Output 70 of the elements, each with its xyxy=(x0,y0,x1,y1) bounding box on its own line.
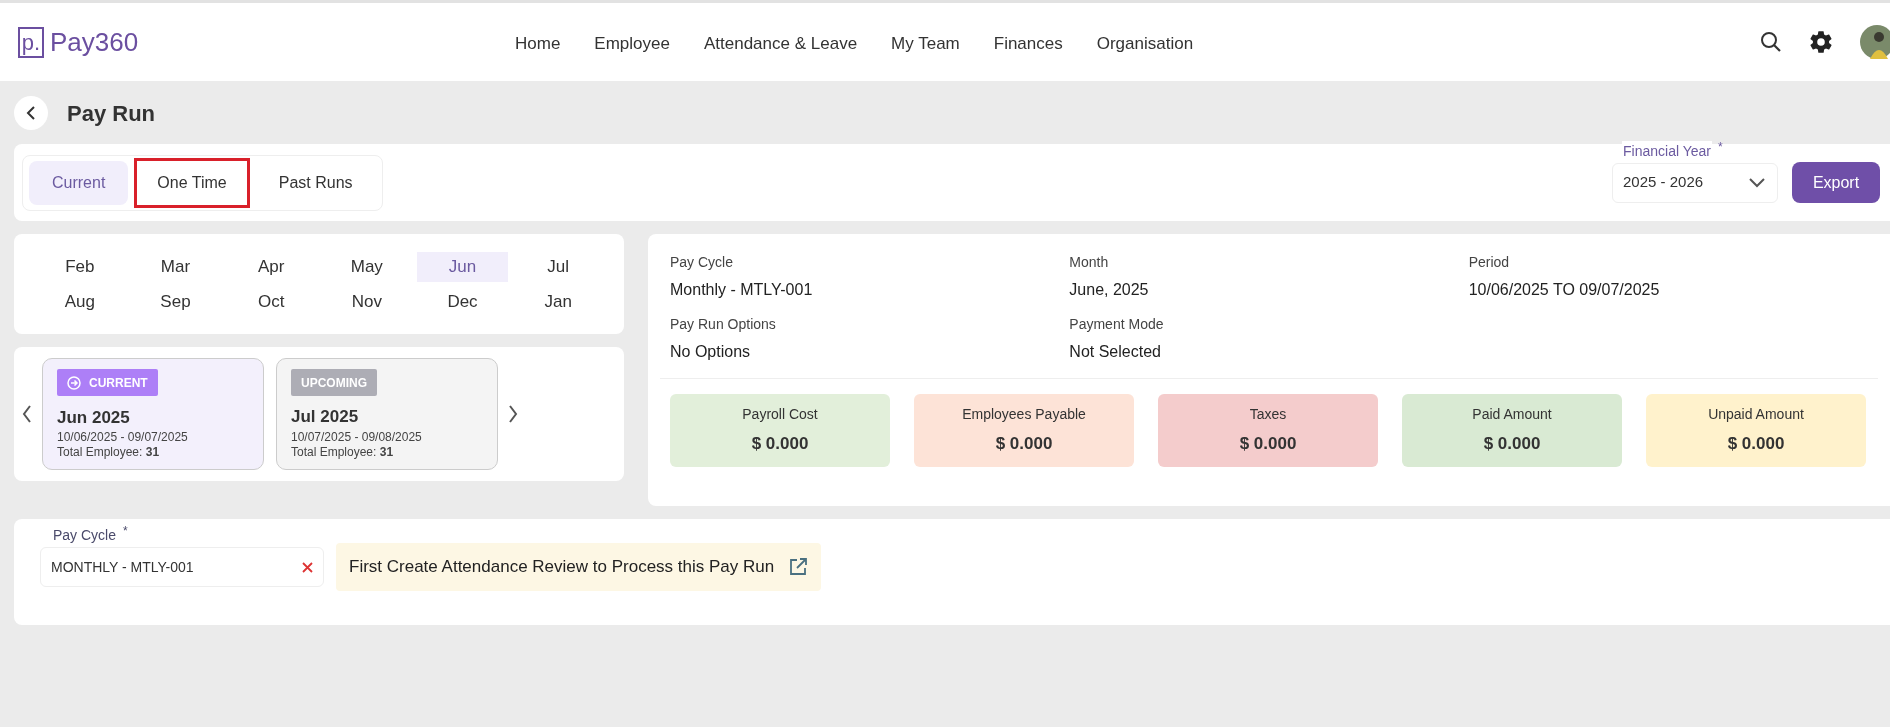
chevron-down-icon xyxy=(1749,177,1765,188)
tile-label: Payroll Cost xyxy=(742,405,818,425)
nav-link[interactable]: Home xyxy=(515,31,561,57)
nav-link[interactable]: Organisation xyxy=(1096,31,1194,57)
run-title: Jun 2025 xyxy=(57,406,131,429)
month-option[interactable]: Mar xyxy=(129,251,222,282)
month-option[interactable]: Feb xyxy=(34,251,126,282)
nav-link[interactable]: Employee xyxy=(594,31,670,57)
detail-value: Not Selected xyxy=(1069,342,1162,362)
run-period: 10/06/2025 - 09/07/2025 xyxy=(57,430,189,445)
tab[interactable]: One Time xyxy=(134,157,250,208)
detail-label: Period xyxy=(1468,253,1511,272)
detail-label: Pay Run Options xyxy=(670,315,777,334)
financial-year-select[interactable]: 2025 - 2026 xyxy=(1612,162,1778,203)
pay-run-card[interactable]: CURRENT Jun 2025 10/06/2025 - 09/07/2025 Total Employee: 31 xyxy=(42,358,264,470)
detail-label: Pay Cycle xyxy=(670,253,735,272)
nav-link[interactable]: Finances xyxy=(993,31,1063,57)
required-mark: * xyxy=(123,525,128,537)
detail-label: Payment Mode xyxy=(1069,315,1165,334)
logo-mark: p. xyxy=(18,26,44,58)
detail-value: Monthly - MTLY-001 xyxy=(670,280,814,300)
tile-value: $ 0.000 xyxy=(751,433,809,456)
employee-count: Total Employee: 31 xyxy=(57,445,161,460)
tile-label: Paid Amount xyxy=(1472,405,1552,425)
run-period: 10/07/2025 - 09/08/2025 xyxy=(291,429,423,445)
page-title: Pay Run xyxy=(67,99,156,128)
month-option[interactable]: Oct xyxy=(225,286,317,317)
month-option[interactable]: Sep xyxy=(129,286,222,317)
month-option[interactable]: Jun xyxy=(416,251,509,282)
required-mark: * xyxy=(1717,140,1723,153)
pay-run-card[interactable]: UPCOMING Jul 2025 10/07/2025 - 09/08/2025 Total Employee: 31 xyxy=(276,358,498,470)
month-option[interactable]: Jan xyxy=(512,286,604,317)
status-badge: CURRENT xyxy=(57,369,158,396)
tile-value: $ 0.000 xyxy=(995,433,1053,456)
tile-value: $ 0.000 xyxy=(1727,433,1785,456)
external-link-icon[interactable] xyxy=(788,557,809,577)
detail-value: 10/06/2025 TO 09/07/2025 xyxy=(1468,280,1661,300)
employee-count: Total Employee: 31 xyxy=(291,444,395,460)
clear-icon[interactable] xyxy=(302,561,313,573)
export-button[interactable]: Export xyxy=(1792,162,1880,203)
pay-cycle-select[interactable]: MONTHLY - MTLY-001 xyxy=(40,547,324,587)
nav-link[interactable]: My Team xyxy=(891,31,960,57)
chevron-left-icon xyxy=(26,106,36,120)
tile-label: Employees Payable xyxy=(962,405,1086,425)
detail-value: No Options xyxy=(670,342,752,362)
run-title: Jul 2025 xyxy=(291,406,360,428)
tab[interactable]: Current xyxy=(29,160,129,205)
tile-value: $ 0.000 xyxy=(1483,433,1541,456)
month-option[interactable]: Jul xyxy=(512,251,604,282)
tile-label: Taxes xyxy=(1249,405,1287,425)
brand-name: Pay360 xyxy=(50,25,139,59)
search-icon[interactable] xyxy=(1760,31,1782,53)
month-option[interactable]: Aug xyxy=(34,286,126,317)
detail-label: Month xyxy=(1069,253,1110,272)
tile-value: $ 0.000 xyxy=(1239,433,1297,456)
month-option[interactable]: Dec xyxy=(416,286,509,317)
nav-link[interactable]: Attendance & Leave xyxy=(703,31,858,57)
month-option[interactable]: May xyxy=(321,251,413,282)
chevron-left-icon[interactable] xyxy=(22,405,32,423)
back-button[interactable] xyxy=(14,96,48,130)
month-option[interactable]: Apr xyxy=(225,251,317,282)
notice-text: First Create Attendance Review to Process this Pay Run xyxy=(349,556,775,579)
month-option[interactable]: Nov xyxy=(321,286,413,317)
tile-label: Unpaid Amount xyxy=(1708,405,1804,425)
detail-value: June, 2025 xyxy=(1069,280,1150,300)
chevron-right-icon[interactable] xyxy=(508,405,518,423)
arrow-circle-icon xyxy=(67,375,81,390)
status-badge: UPCOMING xyxy=(291,369,377,396)
settings-icon[interactable] xyxy=(1808,29,1834,55)
avatar[interactable] xyxy=(1860,25,1890,59)
